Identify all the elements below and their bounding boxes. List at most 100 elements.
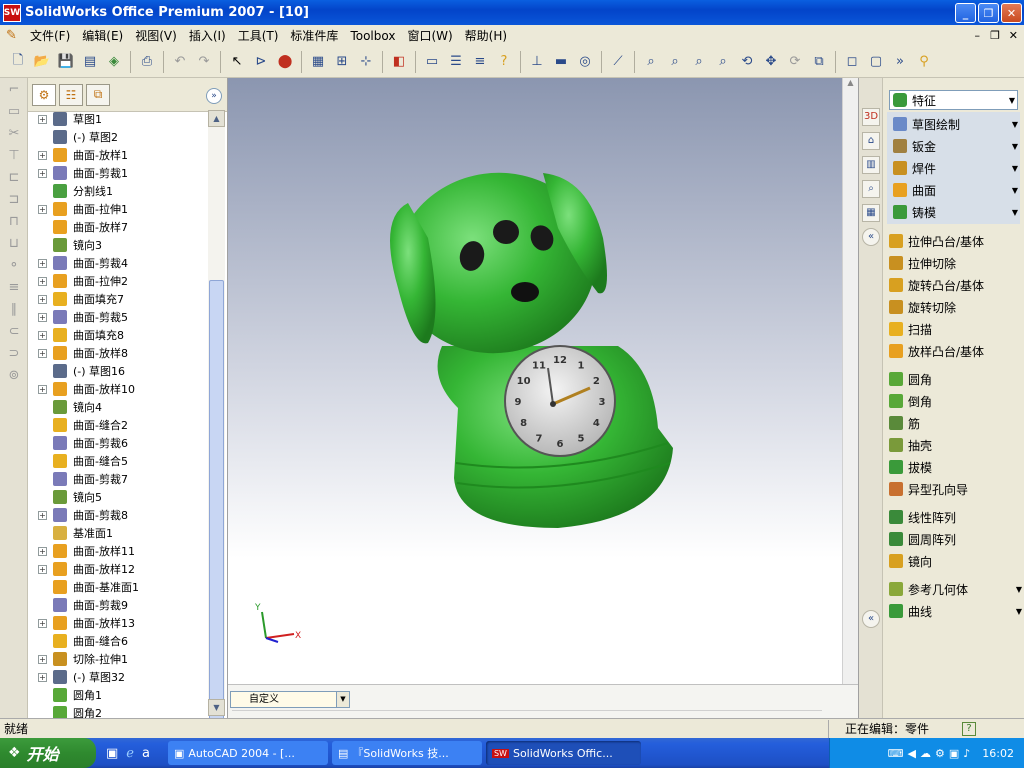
toolbox-icon[interactable]: ⚲ (914, 52, 934, 72)
tree-item[interactable]: + 曲面填充7 (28, 290, 208, 308)
collapse-pane-icon[interactable]: « (862, 228, 880, 246)
tab-feature-manager[interactable]: ⚙ (32, 83, 56, 106)
feature-sweep[interactable]: 扫描 (883, 318, 1024, 340)
menu-file[interactable]: 文件(F) (24, 27, 76, 44)
tree-item[interactable]: + 曲面-放样13 (28, 614, 208, 632)
tree-expand-button[interactable]: » (206, 88, 222, 104)
feature-curves[interactable]: 曲线 ▼ (883, 600, 1024, 622)
minimize-button[interactable]: _ (955, 3, 976, 23)
tree-item[interactable]: + 曲面-剪裁8 (28, 506, 208, 524)
feature-revolved-cut[interactable]: 旋转切除 (883, 296, 1024, 318)
expand-toggle-icon[interactable]: + (38, 276, 47, 286)
expand-toggle-icon[interactable]: + (38, 564, 47, 574)
doc-minimize-button[interactable]: – (975, 29, 981, 42)
tree-item[interactable]: 曲面-剪裁6 (28, 434, 208, 452)
redo-icon[interactable]: ↷ (194, 52, 214, 72)
smart-dimension-icon[interactable]: ⊹ (356, 52, 376, 72)
tree-item[interactable]: + 草图1 (28, 110, 208, 128)
quick-launch-ie-icon[interactable]: ℯ (126, 746, 134, 761)
concentric-tool-icon[interactable]: ⊚ (4, 368, 24, 386)
horizontal-tool-icon[interactable]: ⊐ (4, 192, 24, 210)
tree-item[interactable]: 曲面-缝合5 (28, 452, 208, 470)
line-tool-icon[interactable]: ⌐ (4, 82, 24, 100)
menu-standard-library[interactable]: 标准件库 (284, 27, 344, 44)
tree-item[interactable]: 分割线1 (28, 182, 208, 200)
tree-item[interactable]: 圆角1 (28, 686, 208, 704)
tree-item[interactable]: 镜向3 (28, 236, 208, 254)
viewport-horizontal-scrollbar[interactable] (232, 710, 822, 718)
dimension-icon[interactable]: ⊥ (527, 52, 547, 72)
wireframe-icon[interactable]: ▢ (866, 52, 886, 72)
expand-toggle-icon[interactable]: + (38, 258, 47, 268)
scroll-up-button[interactable]: ▲ (843, 78, 858, 87)
vertical-tool-icon[interactable]: ⊓ (4, 214, 24, 232)
tree-item[interactable]: + 曲面-放样8 (28, 344, 208, 362)
menu-toolbox[interactable]: Toolbox (344, 29, 401, 43)
group-surfaces[interactable]: 曲面 ▼ (887, 179, 1020, 201)
zoom-selection-icon[interactable]: ⌕ (713, 52, 733, 72)
tree-item[interactable]: + 切除-拉伸1 (28, 650, 208, 668)
tree-item[interactable]: + 曲面-放样1 (28, 146, 208, 164)
open-folder-icon[interactable]: 📂 (32, 52, 52, 72)
feature-category-select[interactable]: 特征 ▼ (889, 90, 1018, 110)
tray-icons[interactable]: ⌨◀☁⚙▣♪ (888, 747, 975, 760)
3d-content-central-icon[interactable]: 3D (862, 108, 880, 126)
chevron-down-icon[interactable]: ▼ (336, 692, 349, 707)
feature-hole-wizard[interactable]: 异型孔向导 (883, 478, 1024, 500)
viewport-vertical-scrollbar[interactable]: ▲ ▼ (842, 78, 858, 700)
expand-toggle-icon[interactable]: + (38, 510, 47, 520)
status-help-icon[interactable]: ? (962, 721, 976, 736)
feature-fillet[interactable]: 圆角 (883, 368, 1024, 390)
display-style-icon[interactable]: ▭ (422, 52, 442, 72)
zoom-inout-icon[interactable]: ⌕ (689, 52, 709, 72)
tree-item[interactable]: + 曲面-放样12 (28, 560, 208, 578)
feature-tree-icon[interactable]: ☰ (446, 52, 466, 72)
pan-icon[interactable]: ✥ (761, 52, 781, 72)
expand-toggle-icon[interactable]: + (38, 546, 47, 556)
group-sheet-metal[interactable]: 钣金 ▼ (887, 135, 1020, 157)
tree-item[interactable]: 曲面-基准面1 (28, 578, 208, 596)
equal-tool-icon[interactable]: ≡ (4, 280, 24, 298)
feature-draft[interactable]: 拔模 (883, 456, 1024, 478)
doc-restore-button[interactable]: ❐ (990, 29, 1000, 42)
roll-view-icon[interactable]: ⟳ (785, 52, 805, 72)
group-sketch[interactable]: 草图绘制 ▼ (887, 113, 1020, 135)
coincident-tool-icon[interactable]: ⊔ (4, 236, 24, 254)
feature-extruded-boss[interactable]: 拉伸凸台/基体 (883, 230, 1024, 252)
tree-item[interactable]: + 曲面-剪裁4 (28, 254, 208, 272)
feature-revolved-boss[interactable]: 旋转凸台/基体 (883, 274, 1024, 296)
close-button[interactable]: ✕ (1001, 3, 1022, 23)
tree-item[interactable]: 曲面-放样7 (28, 218, 208, 236)
menu-view[interactable]: 视图(V) (129, 27, 183, 44)
tree-item[interactable]: (-) 草图2 (28, 128, 208, 146)
expand-toggle-icon[interactable]: + (38, 384, 47, 394)
expand-toggle-icon[interactable]: + (38, 150, 47, 160)
quick-launch-explorer-icon[interactable]: ▣ (106, 746, 118, 761)
restore-button[interactable]: ❐ (978, 3, 999, 23)
grid-icon[interactable]: ▦ (308, 52, 328, 72)
relation-tool-icon[interactable]: ⊏ (4, 170, 24, 188)
sketch-toolbar-icon[interactable]: ⊞ (332, 52, 352, 72)
doc-close-button[interactable]: ✕ (1009, 29, 1018, 42)
measure-icon[interactable]: ⟋ (608, 52, 628, 72)
collapse-pane-icon-2[interactable]: « (862, 610, 880, 628)
tree-item[interactable]: 镜向4 (28, 398, 208, 416)
tree-item[interactable]: + 曲面-拉伸2 (28, 272, 208, 290)
select-arrow-icon[interactable]: ↖ (227, 52, 247, 72)
extend-tool-icon[interactable]: ⊤ (4, 148, 24, 166)
select-filter-icon[interactable]: ⊳ (251, 52, 271, 72)
tree-item[interactable]: 曲面-缝合2 (28, 416, 208, 434)
design-library-icon[interactable]: ▥ (862, 156, 880, 174)
standard-views-icon[interactable]: ⧉ (809, 52, 829, 72)
menu-edit[interactable]: 编辑(E) (76, 27, 129, 44)
parallel-tool-icon[interactable]: ∥ (4, 302, 24, 320)
file-explorer-icon[interactable]: ⌕ (862, 180, 880, 198)
configuration-view-select[interactable]: 自定义 ▼ (230, 691, 350, 708)
tangent-tool-icon[interactable]: ⊂ (4, 324, 24, 342)
expand-toggle-icon[interactable]: + (38, 330, 47, 340)
quick-launch-autocad-icon[interactable]: a (142, 746, 150, 761)
tree-item[interactable]: 曲面-剪裁9 (28, 596, 208, 614)
tree-scrollbar[interactable]: ▲ ▼ (208, 110, 225, 720)
tree-item[interactable]: + 曲面-放样10 (28, 380, 208, 398)
undo-icon[interactable]: ↶ (170, 52, 190, 72)
